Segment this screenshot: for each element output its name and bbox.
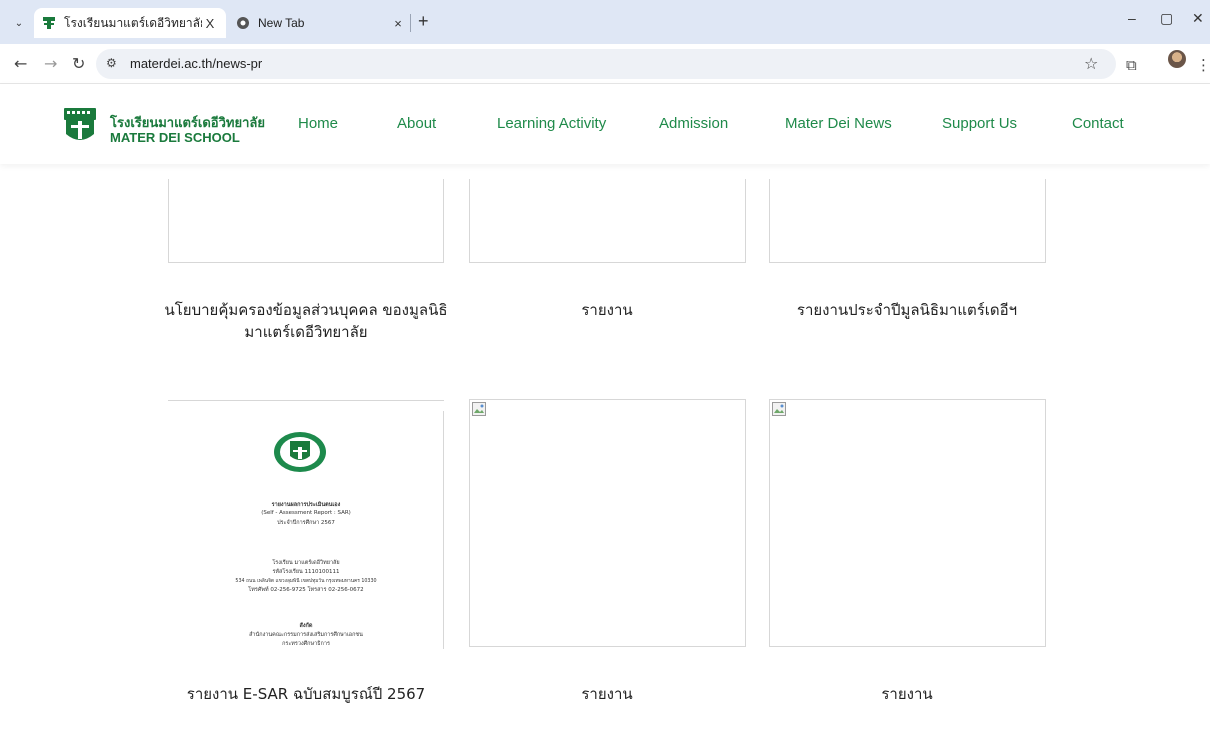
doc-text-line: สังกัด xyxy=(299,623,313,629)
card-thumbnail[interactable] xyxy=(769,399,1046,647)
doc-text-line: กระทรวงศึกษาธิการ xyxy=(282,641,330,647)
close-window-button[interactable]: ✕ xyxy=(1192,10,1204,27)
doc-text-line: ประจำปีการศึกษา 2567 xyxy=(277,520,335,526)
card-title[interactable]: รายงาน E-SAR ฉบับสมบูรณ์ปี 2567 xyxy=(156,683,456,705)
tab-separator xyxy=(410,14,411,32)
browser-toolbar: ← → ↻ ⚙ materdei.ac.th/news-pr ☆ ⧉ ⋮ xyxy=(0,44,1210,84)
nav-home[interactable]: Home xyxy=(298,115,338,132)
card-thumbnail[interactable] xyxy=(168,179,444,263)
doc-text-line: รหัสโรงเรียน 1110100111 xyxy=(272,569,340,575)
doc-text-line: (Self - Assessment Report : SAR) xyxy=(261,510,351,516)
card-title[interactable]: รายงาน xyxy=(457,299,757,321)
card-title[interactable]: รายงานประจำปีมูลนิธิมาแตร์เดอีฯ xyxy=(757,299,1057,321)
forward-arrow-icon[interactable]: → xyxy=(44,54,57,73)
more-menu-icon[interactable]: ⋮ xyxy=(1196,56,1210,74)
tab-title: โรงเรียนมาแตร์เดอีวิทยาลัย - อบรมเ xyxy=(64,15,202,30)
profile-avatar[interactable] xyxy=(1168,50,1186,68)
card-title[interactable]: รายงาน xyxy=(457,683,757,705)
url-text[interactable]: materdei.ac.th/news-pr xyxy=(130,56,262,71)
browser-tab-strip: ⌄ โรงเรียนมาแตร์เดอีวิทยาลัย - อบรมเ X N… xyxy=(0,0,1210,44)
site-info-icon[interactable]: ⚙ xyxy=(106,56,117,70)
doc-text-line: 534 ถนน เพลินจิต แขวงลุมพินี เขตปทุมวัน … xyxy=(235,579,377,584)
card-thumbnail[interactable] xyxy=(769,179,1046,263)
esar-document-thumbnail[interactable]: รายงานผลการประเมินตนเอง (Self - Assessme… xyxy=(168,400,444,649)
doc-text-line: รายงานผลการประเมินตนเอง xyxy=(271,502,341,508)
card-title[interactable]: นโยบายคุ้มครองข้อมูลส่วนบุคคล ของมูลนิธิ… xyxy=(156,299,456,343)
nav-mater-dei-news[interactable]: Mater Dei News xyxy=(785,115,892,132)
back-arrow-icon[interactable]: ← xyxy=(14,54,27,73)
brand-name-english[interactable]: MATER DEI SCHOOL xyxy=(110,130,240,145)
tab-title: New Tab xyxy=(258,16,305,30)
new-tab-button[interactable]: + xyxy=(418,11,429,32)
tab-close-icon[interactable]: X xyxy=(202,16,218,31)
site-header: โรงเรียนมาแตร์เดอีวิทยาลัย MATER DEI SCH… xyxy=(0,84,1210,164)
nav-about[interactable]: About xyxy=(397,115,436,132)
tab-materdei[interactable]: โรงเรียนมาแตร์เดอีวิทยาลัย - อบรมเ X xyxy=(34,8,226,38)
nav-support-us[interactable]: Support Us xyxy=(942,115,1017,132)
nav-contact[interactable]: Contact xyxy=(1072,115,1124,132)
minimize-button[interactable]: – xyxy=(1128,10,1136,26)
broken-image-icon xyxy=(472,402,486,416)
doc-text-line: สำนักงานคณะกรรมการส่งเสริมการศึกษาเอกชน xyxy=(249,632,363,638)
school-logo-icon[interactable] xyxy=(62,106,98,146)
tab-close-icon[interactable]: × xyxy=(390,16,406,31)
reload-icon[interactable]: ↻ xyxy=(72,54,85,73)
school-favicon-icon xyxy=(43,17,55,29)
restore-button[interactable]: ▢ xyxy=(1160,10,1173,27)
card-thumbnail[interactable] xyxy=(469,399,746,647)
doc-text-line: โรงเรียน มาแตร์เดอีวิทยาลัย xyxy=(272,560,340,566)
nav-admission[interactable]: Admission xyxy=(659,115,728,132)
bookmark-star-icon[interactable]: ☆ xyxy=(1084,54,1098,73)
thumbnail-border xyxy=(443,411,444,649)
card-thumbnail[interactable] xyxy=(469,179,746,263)
nav-learning-activity[interactable]: Learning Activity xyxy=(497,115,606,132)
extensions-icon[interactable]: ⧉ xyxy=(1126,56,1137,74)
doc-text-line: โทรศัพท์ 02-256-9725 โทรสาร 02-256-0672 xyxy=(248,587,364,593)
tab-new-tab[interactable]: New Tab × xyxy=(228,8,414,38)
tab-search-chevron-icon[interactable]: ⌄ xyxy=(8,12,30,34)
school-seal-icon xyxy=(274,432,326,472)
chrome-icon xyxy=(237,17,249,29)
address-bar[interactable]: ⚙ materdei.ac.th/news-pr ☆ xyxy=(96,49,1116,79)
broken-image-icon xyxy=(772,402,786,416)
card-title[interactable]: รายงาน xyxy=(757,683,1057,705)
